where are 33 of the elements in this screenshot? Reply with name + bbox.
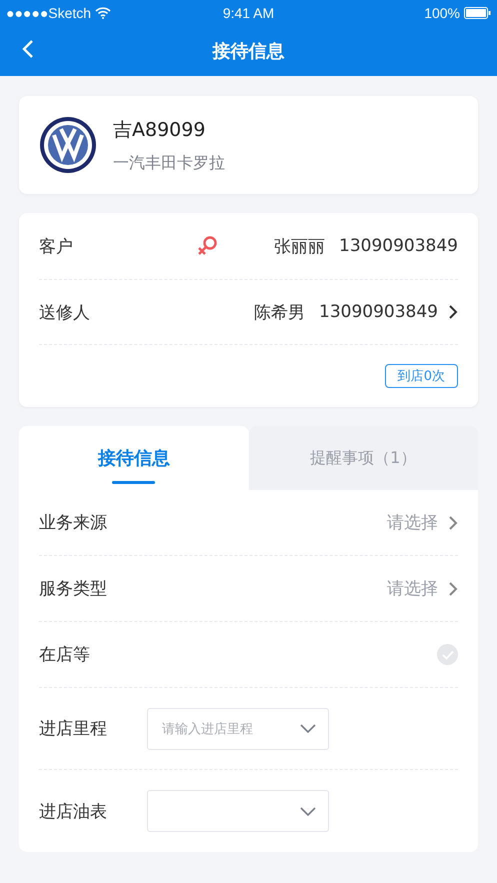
battery-icon bbox=[464, 6, 491, 18]
phone-number: 13090903849 bbox=[339, 236, 458, 256]
chevron-right-icon bbox=[448, 580, 458, 596]
checkmark-icon bbox=[442, 650, 454, 660]
car-logo-icon bbox=[39, 116, 97, 174]
field-label: 服务类型 bbox=[39, 578, 107, 600]
field-label: 在店等 bbox=[39, 644, 90, 666]
contact-label: 客户 bbox=[39, 236, 73, 258]
select-value[interactable]: 请选择 bbox=[387, 511, 438, 534]
time-text: 9:41 AM bbox=[222, 4, 274, 20]
plate-number: 吉A89099 bbox=[113, 118, 206, 142]
wifi-icon bbox=[95, 6, 112, 18]
tab[interactable]: 接待信息 bbox=[19, 426, 248, 490]
checkbox[interactable] bbox=[437, 644, 458, 665]
chevron-right-icon bbox=[448, 514, 458, 530]
visit-count-button[interactable]: 到店0次 bbox=[384, 364, 458, 388]
caret-icon bbox=[300, 806, 316, 816]
car-model: 一汽丰田卡罗拉 bbox=[113, 152, 225, 174]
battery-text: 100% bbox=[424, 4, 460, 20]
field-label: 进店油表 bbox=[39, 800, 107, 822]
dropdown-field[interactable] bbox=[147, 790, 329, 832]
contact-name: 陈希男 bbox=[254, 302, 306, 324]
contact-name: 张丽丽 bbox=[274, 236, 326, 258]
page-title: 接待信息 bbox=[212, 40, 284, 62]
dropdown-field[interactable]: 请输入进店里程 bbox=[147, 708, 329, 750]
field-label: 业务来源 bbox=[39, 512, 107, 534]
carrier-text: ●●●●●Sketch bbox=[6, 4, 92, 20]
phone-number: 13090903849 bbox=[319, 302, 438, 322]
contact-label: 送修人 bbox=[39, 302, 90, 324]
field-label: 进店里程 bbox=[39, 718, 107, 740]
caret-icon bbox=[300, 724, 316, 733]
select-value[interactable]: 请选择 bbox=[387, 577, 438, 600]
tab[interactable]: 提醒事项（1） bbox=[248, 426, 478, 490]
